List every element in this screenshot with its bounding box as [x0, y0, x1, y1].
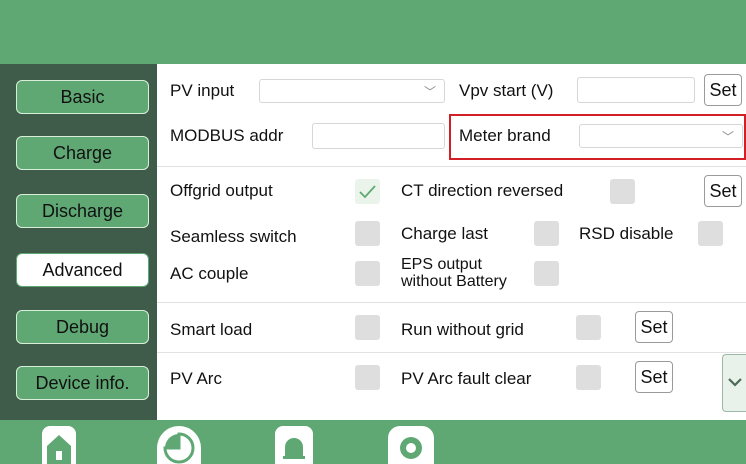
- run-without-grid-checkbox[interactable]: [576, 315, 601, 340]
- pv-input-dropdown[interactable]: ﹀: [259, 79, 445, 103]
- pv-arc-fault-clear-set-button[interactable]: Set: [635, 361, 673, 393]
- divider: [157, 302, 746, 303]
- ct-direction-checkbox[interactable]: [610, 179, 635, 204]
- vpv-start-label: Vpv start (V): [459, 81, 554, 100]
- seamless-switch-checkbox[interactable]: [355, 221, 380, 246]
- ac-couple-label: AC couple: [170, 264, 249, 283]
- sidebar-item-discharge[interactable]: Discharge: [16, 194, 149, 228]
- bell-icon[interactable]: [275, 426, 313, 464]
- charge-last-label: Charge last: [401, 224, 488, 243]
- offgrid-output-label: Offgrid output: [170, 181, 273, 200]
- gear-glyph: [400, 437, 422, 459]
- pv-arc-label: PV Arc: [170, 369, 222, 388]
- eps-output-label-line2: without Battery: [401, 273, 507, 290]
- check-icon: [359, 185, 376, 199]
- run-without-grid-label: Run without grid: [401, 320, 524, 339]
- set-button-label: Set: [709, 79, 737, 100]
- meter-brand-label: Meter brand: [459, 126, 551, 145]
- sidebar-item-label: Discharge: [41, 200, 124, 221]
- scroll-down-button[interactable]: [722, 354, 746, 412]
- advanced-settings-panel: PV input ﹀ Vpv start (V) Set MODBUS addr…: [157, 64, 746, 420]
- sidebar-item-label: Device info.: [35, 372, 130, 393]
- sidebar-item-advanced[interactable]: Advanced: [16, 253, 149, 287]
- top-bar: [0, 0, 746, 64]
- home-glyph: [47, 435, 71, 464]
- bottom-nav-bar: [0, 420, 746, 464]
- divider: [157, 352, 746, 353]
- pv-input-label: PV input: [170, 81, 235, 100]
- smart-load-label: Smart load: [170, 320, 253, 339]
- sidebar-item-label: Debug: [55, 316, 110, 337]
- offgrid-output-checkbox[interactable]: [355, 179, 380, 204]
- sidebar-item-debug[interactable]: Debug: [16, 310, 149, 344]
- sidebar-item-label: Advanced: [42, 259, 123, 280]
- set-button-label: Set: [640, 316, 668, 337]
- eps-output-label-line1: EPS output: [401, 256, 482, 273]
- seamless-switch-label: Seamless switch: [170, 227, 297, 246]
- pie-chart-glyph: [163, 432, 195, 464]
- pv-arc-fault-clear-checkbox[interactable]: [576, 365, 601, 390]
- pv-arc-checkbox[interactable]: [355, 365, 380, 390]
- vpv-start-set-button[interactable]: Set: [704, 74, 742, 106]
- divider: [157, 166, 746, 167]
- sidebar-item-device-info[interactable]: Device info.: [16, 366, 149, 400]
- eps-output-checkbox[interactable]: [534, 261, 559, 286]
- ct-direction-label: CT direction reversed: [401, 181, 564, 200]
- sidebar: Basic Charge Discharge Advanced Debug De…: [0, 64, 157, 420]
- modbus-addr-input[interactable]: [312, 123, 445, 149]
- modbus-addr-label: MODBUS addr: [170, 126, 284, 145]
- chevron-down-icon: ﹀: [721, 130, 734, 144]
- sidebar-item-charge[interactable]: Charge: [16, 136, 149, 170]
- vpv-start-input[interactable]: [577, 77, 695, 103]
- home-icon[interactable]: [42, 426, 76, 464]
- meter-brand-dropdown[interactable]: ﹀: [579, 124, 743, 148]
- ct-direction-set-button[interactable]: Set: [704, 175, 742, 207]
- sidebar-item-basic[interactable]: Basic: [16, 80, 149, 114]
- charge-last-checkbox[interactable]: [534, 221, 559, 246]
- pv-arc-fault-clear-label: PV Arc fault clear: [401, 369, 532, 388]
- eps-output-label: EPS output without Battery: [401, 256, 507, 290]
- sidebar-item-label: Charge: [52, 142, 113, 163]
- chevron-down-icon: [728, 378, 742, 387]
- bell-glyph: [283, 438, 305, 459]
- chevron-down-icon: ﹀: [423, 85, 436, 99]
- set-button-label: Set: [640, 366, 668, 387]
- pie-chart-icon[interactable]: [157, 426, 201, 464]
- sidebar-item-label: Basic: [60, 86, 105, 107]
- ac-couple-checkbox[interactable]: [355, 261, 380, 286]
- rsd-disable-checkbox[interactable]: [698, 221, 723, 246]
- rsd-disable-label: RSD disable: [579, 224, 674, 243]
- smart-load-checkbox[interactable]: [355, 315, 380, 340]
- run-without-grid-set-button[interactable]: Set: [635, 311, 673, 343]
- gear-icon[interactable]: [388, 426, 434, 464]
- set-button-label: Set: [709, 180, 737, 201]
